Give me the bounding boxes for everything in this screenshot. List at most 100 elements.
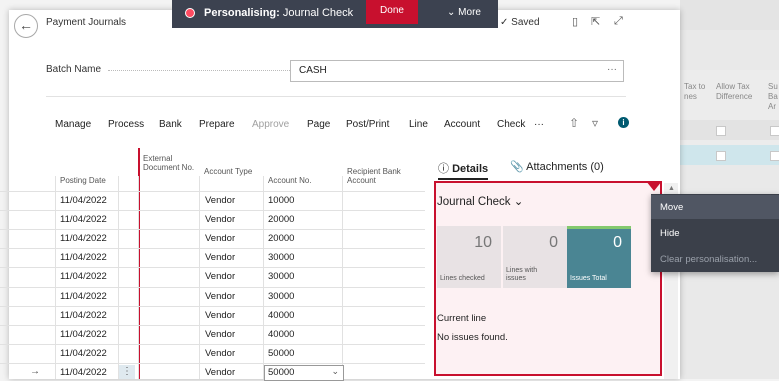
cell-account-no[interactable]: 50000 bbox=[268, 348, 294, 359]
background-row bbox=[680, 120, 779, 140]
cell-account-no[interactable]: 20000 bbox=[268, 214, 294, 225]
personalising-title: Personalising: Journal Check bbox=[204, 7, 353, 19]
cell-posting-date[interactable]: 11/04/2022 bbox=[60, 195, 107, 206]
cell-posting-date[interactable]: 11/04/2022 bbox=[60, 310, 107, 321]
batch-name-label: Batch Name bbox=[46, 64, 102, 75]
dropdown-chevron-icon[interactable]: ⌄ bbox=[331, 366, 339, 377]
journal-check-title[interactable]: Journal Check ⌄ bbox=[437, 194, 523, 208]
personalising-label: Personalising: bbox=[204, 7, 280, 19]
action-page[interactable]: Page bbox=[307, 119, 330, 130]
cell-account-type[interactable]: Vendor bbox=[205, 348, 235, 359]
tile-value: 0 bbox=[613, 234, 622, 251]
cell-account-type[interactable]: Vendor bbox=[205, 271, 235, 282]
action-bank[interactable]: Bank bbox=[159, 119, 182, 130]
current-row-arrow-icon: → bbox=[30, 365, 40, 377]
row-divider bbox=[0, 286, 425, 288]
cell-posting-date[interactable]: 11/04/2022 bbox=[60, 348, 107, 359]
tab-details[interactable]: ⓘ Details bbox=[438, 160, 488, 176]
action-check[interactable]: Check bbox=[497, 119, 525, 130]
cell-posting-date[interactable]: 11/04/2022 bbox=[60, 329, 107, 340]
action-post-print[interactable]: Post/Print bbox=[346, 119, 389, 130]
action-account[interactable]: Account bbox=[444, 119, 480, 130]
journal-lines-grid: Posting Date External Document No. Accou… bbox=[0, 148, 425, 381]
cell-account-type[interactable]: Vendor bbox=[205, 195, 235, 206]
cell-account-type[interactable]: Vendor bbox=[205, 252, 235, 263]
column-header-account-no[interactable]: Account No. bbox=[268, 176, 338, 185]
menu-item-label: Hide bbox=[660, 228, 680, 239]
cell-account-type[interactable]: Vendor bbox=[205, 291, 235, 302]
tab-attachments-label: Attachments (0) bbox=[526, 161, 604, 173]
column-divider bbox=[118, 176, 119, 379]
cell-account-type[interactable]: Vendor bbox=[205, 310, 235, 321]
tab-attachments[interactable]: 📎 Attachments (0) bbox=[510, 160, 604, 173]
tile-issues-total[interactable]: 0 Issues Total bbox=[567, 226, 631, 288]
row-actions-button[interactable]: ⋮ bbox=[119, 364, 135, 379]
column-header-recipient-bank-account[interactable]: Recipient Bank Account bbox=[347, 167, 417, 185]
menu-item-hide[interactable]: Hide bbox=[651, 221, 779, 245]
expand-icon[interactable]: ⤢ bbox=[614, 15, 623, 28]
saved-label: Saved bbox=[511, 17, 540, 28]
column-divider bbox=[199, 176, 200, 379]
divider bbox=[46, 96, 626, 97]
tile-lines-with-issues[interactable]: 0 Lines with issues bbox=[503, 226, 567, 288]
lookup-ellipsis-button[interactable]: ··· bbox=[607, 64, 617, 75]
open-in-new-window-icon[interactable]: ⇱ bbox=[591, 15, 600, 28]
scroll-up-icon[interactable]: ▲ bbox=[668, 185, 675, 192]
cell-account-no[interactable]: 20000 bbox=[268, 233, 294, 244]
personalising-bar: Personalising: Journal Check Done ⌄ More bbox=[172, 0, 498, 28]
tile-label: Lines with issues bbox=[506, 267, 538, 282]
checkmark-icon: ✓ bbox=[500, 17, 509, 28]
action-line[interactable]: Line bbox=[409, 119, 428, 130]
row-divider bbox=[0, 248, 425, 250]
cell-account-no[interactable]: 30000 bbox=[268, 291, 294, 302]
bookmark-icon[interactable]: ▯ bbox=[572, 15, 578, 28]
menu-item-clear-personalisation[interactable]: Clear personalisation... bbox=[651, 247, 779, 271]
row-divider bbox=[0, 267, 425, 269]
column-divider bbox=[342, 176, 343, 379]
cell-account-type[interactable]: Vendor bbox=[205, 329, 235, 340]
cell-account-type[interactable]: Vendor bbox=[205, 233, 235, 244]
share-icon[interactable]: ⇧ bbox=[569, 116, 579, 130]
action-approve[interactable]: Approve bbox=[252, 119, 289, 130]
more-actions-button[interactable]: ··· bbox=[534, 119, 544, 130]
column-header-posting-date[interactable]: Posting Date bbox=[60, 176, 120, 185]
menu-item-move[interactable]: Move bbox=[651, 195, 779, 219]
more-button[interactable]: ⌄ More bbox=[447, 7, 481, 18]
batch-name-input[interactable]: CASH ··· bbox=[290, 60, 624, 82]
tile-lines-checked[interactable]: 10 Lines checked bbox=[437, 226, 501, 288]
column-header-account-type[interactable]: Account Type bbox=[204, 167, 254, 176]
cell-posting-date[interactable]: 11/04/2022 bbox=[60, 271, 107, 282]
cell-posting-date[interactable]: 11/04/2022 bbox=[60, 291, 107, 302]
checkbox bbox=[770, 151, 779, 161]
info-icon[interactable]: i bbox=[618, 117, 629, 128]
cell-account-no[interactable]: 50000 bbox=[268, 367, 294, 378]
done-button[interactable]: Done bbox=[366, 0, 418, 24]
info-circle-icon: ⓘ bbox=[438, 163, 449, 175]
action-process[interactable]: Process bbox=[108, 119, 144, 130]
background-column-header: Allow Tax Difference bbox=[716, 82, 753, 101]
part-handle-icon[interactable] bbox=[646, 181, 662, 191]
column-divider bbox=[263, 176, 264, 379]
action-prepare[interactable]: Prepare bbox=[199, 119, 235, 130]
page-title: Payment Journals bbox=[46, 17, 127, 28]
cell-account-no[interactable]: 30000 bbox=[268, 252, 294, 263]
action-manage[interactable]: Manage bbox=[55, 119, 91, 130]
cell-account-no[interactable]: 40000 bbox=[268, 310, 294, 321]
column-header-external-document-no[interactable]: External Document No. bbox=[143, 154, 195, 172]
personalising-target: Journal Check bbox=[282, 7, 354, 19]
current-line-heading: Current line bbox=[437, 313, 487, 324]
cell-account-type[interactable]: Vendor bbox=[205, 367, 235, 378]
row-divider bbox=[0, 362, 425, 364]
cell-account-no[interactable]: 30000 bbox=[268, 271, 294, 282]
cell-posting-date[interactable]: 11/04/2022 bbox=[60, 233, 107, 244]
filter-icon[interactable]: ▿ bbox=[592, 116, 598, 130]
row-divider bbox=[0, 229, 425, 231]
back-button[interactable]: ← bbox=[14, 14, 38, 38]
cell-account-type[interactable]: Vendor bbox=[205, 214, 235, 225]
cell-account-no[interactable]: 10000 bbox=[268, 195, 294, 206]
cell-posting-date[interactable]: 11/04/2022 bbox=[60, 367, 107, 378]
cell-posting-date[interactable]: 11/04/2022 bbox=[60, 214, 107, 225]
cell-posting-date[interactable]: 11/04/2022 bbox=[60, 252, 107, 263]
checkbox bbox=[716, 126, 726, 136]
cell-account-no[interactable]: 40000 bbox=[268, 329, 294, 340]
